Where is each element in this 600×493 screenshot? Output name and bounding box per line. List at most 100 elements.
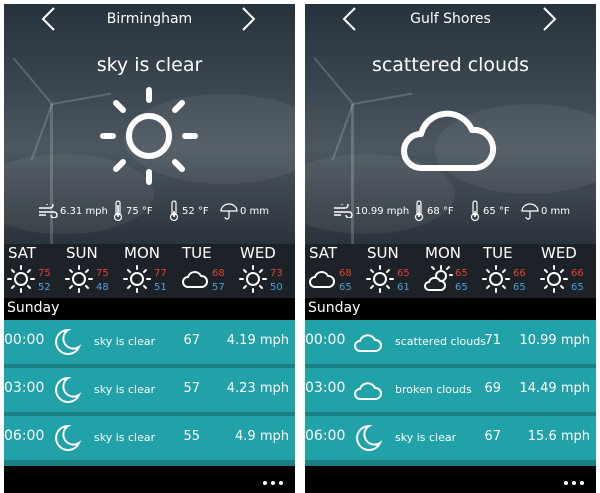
current-condition: scattered clouds <box>371 54 530 76</box>
day-name: WED <box>541 244 577 262</box>
day-name: WED <box>240 244 276 262</box>
sun-icon <box>100 87 198 185</box>
rain-stat: 0 mm <box>220 198 269 224</box>
moon-icon <box>55 328 82 355</box>
hour-temp: 57 <box>183 381 200 396</box>
day-high-temp: 73 <box>270 268 283 279</box>
hour-time: 00:00 <box>305 332 346 348</box>
day-forecast[interactable]: SAT 68 65 <box>305 244 363 298</box>
day-high-temp: 65 <box>397 268 410 279</box>
more-options-icon[interactable] <box>564 481 584 487</box>
wind-stat: 6.31 mph <box>38 198 108 224</box>
day-forecast[interactable]: WED 66 65 <box>537 244 595 298</box>
sun-icon <box>482 265 510 293</box>
day-low-temp: 48 <box>96 282 109 293</box>
hourly-row[interactable]: 03:00 sky is clear 57 4.23 mph <box>4 368 295 412</box>
day-name: MON <box>425 244 461 262</box>
thermometer-icon <box>470 200 480 222</box>
day-forecast[interactable]: SAT 75 52 <box>4 244 62 298</box>
hour-temp: 69 <box>484 381 501 396</box>
temp-low-stat: 52 °F <box>168 198 209 224</box>
cloud-icon <box>309 271 335 288</box>
cloud-icon <box>401 110 497 171</box>
day-forecast[interactable]: TUE 68 57 <box>178 244 236 298</box>
hourly-row[interactable]: 00:00 sky is clear 67 4.19 mph <box>4 320 295 364</box>
day-low-temp: 51 <box>154 282 167 293</box>
hourly-row[interactable]: 00:00 scattered clouds 71 10.99 mph <box>305 320 596 364</box>
city-nav: Gulf Shores <box>305 4 596 36</box>
chevron-right-icon[interactable] <box>538 6 560 32</box>
city-nav: Birmingham <box>4 4 295 36</box>
section-title: Sunday <box>7 300 60 316</box>
day-name: TUE <box>182 244 212 262</box>
day-high-temp: 68 <box>212 268 225 279</box>
temp-low-stat: 65 °F <box>469 198 510 224</box>
hour-temp: 67 <box>183 333 200 348</box>
current-stats: 6.31 mph 75 °F 52 °F 0 mm <box>4 198 295 224</box>
day-forecast[interactable]: MON 65 65 <box>421 244 479 298</box>
temp-low-value: 52 °F <box>182 205 209 217</box>
wind-stat: 10.99 mph <box>333 198 409 224</box>
row-divider <box>4 460 295 466</box>
wind-speed-value: 10.99 mph <box>355 205 410 217</box>
temp-high-value: 75 °F <box>126 205 153 217</box>
day-forecast[interactable]: MON 77 51 <box>120 244 178 298</box>
day-low-temp: 65 <box>513 282 526 293</box>
hour-wind: 15.6 mph <box>527 429 590 444</box>
weather-panel-birmingham: Birmingham sky is clear 6.31 mph 75 °F 5… <box>4 4 295 493</box>
sun-icon <box>123 265 151 293</box>
moon-icon <box>55 376 82 403</box>
day-forecast[interactable]: SUN 65 61 <box>363 244 421 298</box>
chevron-right-icon[interactable] <box>237 6 259 32</box>
hour-description: sky is clear <box>94 431 156 444</box>
hour-description: sky is clear <box>94 383 156 396</box>
partly-cloudy-icon <box>424 265 453 291</box>
day-name: TUE <box>483 244 513 262</box>
row-divider <box>305 460 596 466</box>
hour-temp: 55 <box>183 429 200 444</box>
temp-high-stat: 75 °F <box>112 198 153 224</box>
day-forecast[interactable]: TUE 66 65 <box>479 244 537 298</box>
weather-panel-gulf-shores: Gulf Shores scattered clouds 10.99 mph 6… <box>305 4 596 493</box>
sun-icon <box>540 265 568 293</box>
day-high-temp: 65 <box>455 268 468 279</box>
cloud-icon <box>354 382 382 400</box>
day-low-temp: 65 <box>571 282 584 293</box>
hour-wind: 10.99 mph <box>519 333 590 348</box>
day-name: SUN <box>367 244 399 262</box>
umbrella-icon <box>521 203 539 220</box>
hour-time: 03:00 <box>305 380 346 396</box>
wind-icon <box>334 204 353 218</box>
hour-wind: 4.9 mph <box>235 429 289 444</box>
hour-description: sky is clear <box>94 335 156 348</box>
day-low-temp: 52 <box>38 282 51 293</box>
day-high-temp: 75 <box>38 268 51 279</box>
day-low-temp: 61 <box>397 282 410 293</box>
cloud-icon <box>354 334 382 352</box>
hour-wind: 4.19 mph <box>226 333 289 348</box>
day-forecast[interactable]: WED 73 50 <box>236 244 294 298</box>
day-high-temp: 68 <box>339 268 352 279</box>
hourly-row[interactable]: 06:00 sky is clear 67 15.6 mph <box>305 416 596 460</box>
hourly-row[interactable]: 03:00 broken clouds 69 14.49 mph <box>305 368 596 412</box>
thermometer-icon <box>414 200 424 222</box>
more-options-icon[interactable] <box>263 481 283 487</box>
hour-time: 03:00 <box>4 380 45 396</box>
umbrella-icon <box>220 203 238 220</box>
day-name: SAT <box>8 244 37 262</box>
day-low-temp: 65 <box>455 282 468 293</box>
day-name: SAT <box>309 244 338 262</box>
day-forecast[interactable]: SUN 75 48 <box>62 244 120 298</box>
rain-value: 0 mm <box>240 205 270 217</box>
sun-icon <box>7 265 35 293</box>
hour-description: scattered clouds <box>395 335 486 348</box>
hourly-row[interactable]: 06:00 sky is clear 55 4.9 mph <box>4 416 295 460</box>
hour-wind: 14.49 mph <box>519 381 590 396</box>
thermometer-icon <box>113 200 123 222</box>
hour-time: 06:00 <box>305 428 346 444</box>
daily-forecast: SAT 68 65 SUN 65 61 MON 65 65 TUE 66 65 … <box>305 244 596 298</box>
wind-icon <box>39 204 58 218</box>
cloud-icon <box>182 271 208 288</box>
hour-description: sky is clear <box>395 431 457 444</box>
current-condition: sky is clear <box>96 54 203 76</box>
